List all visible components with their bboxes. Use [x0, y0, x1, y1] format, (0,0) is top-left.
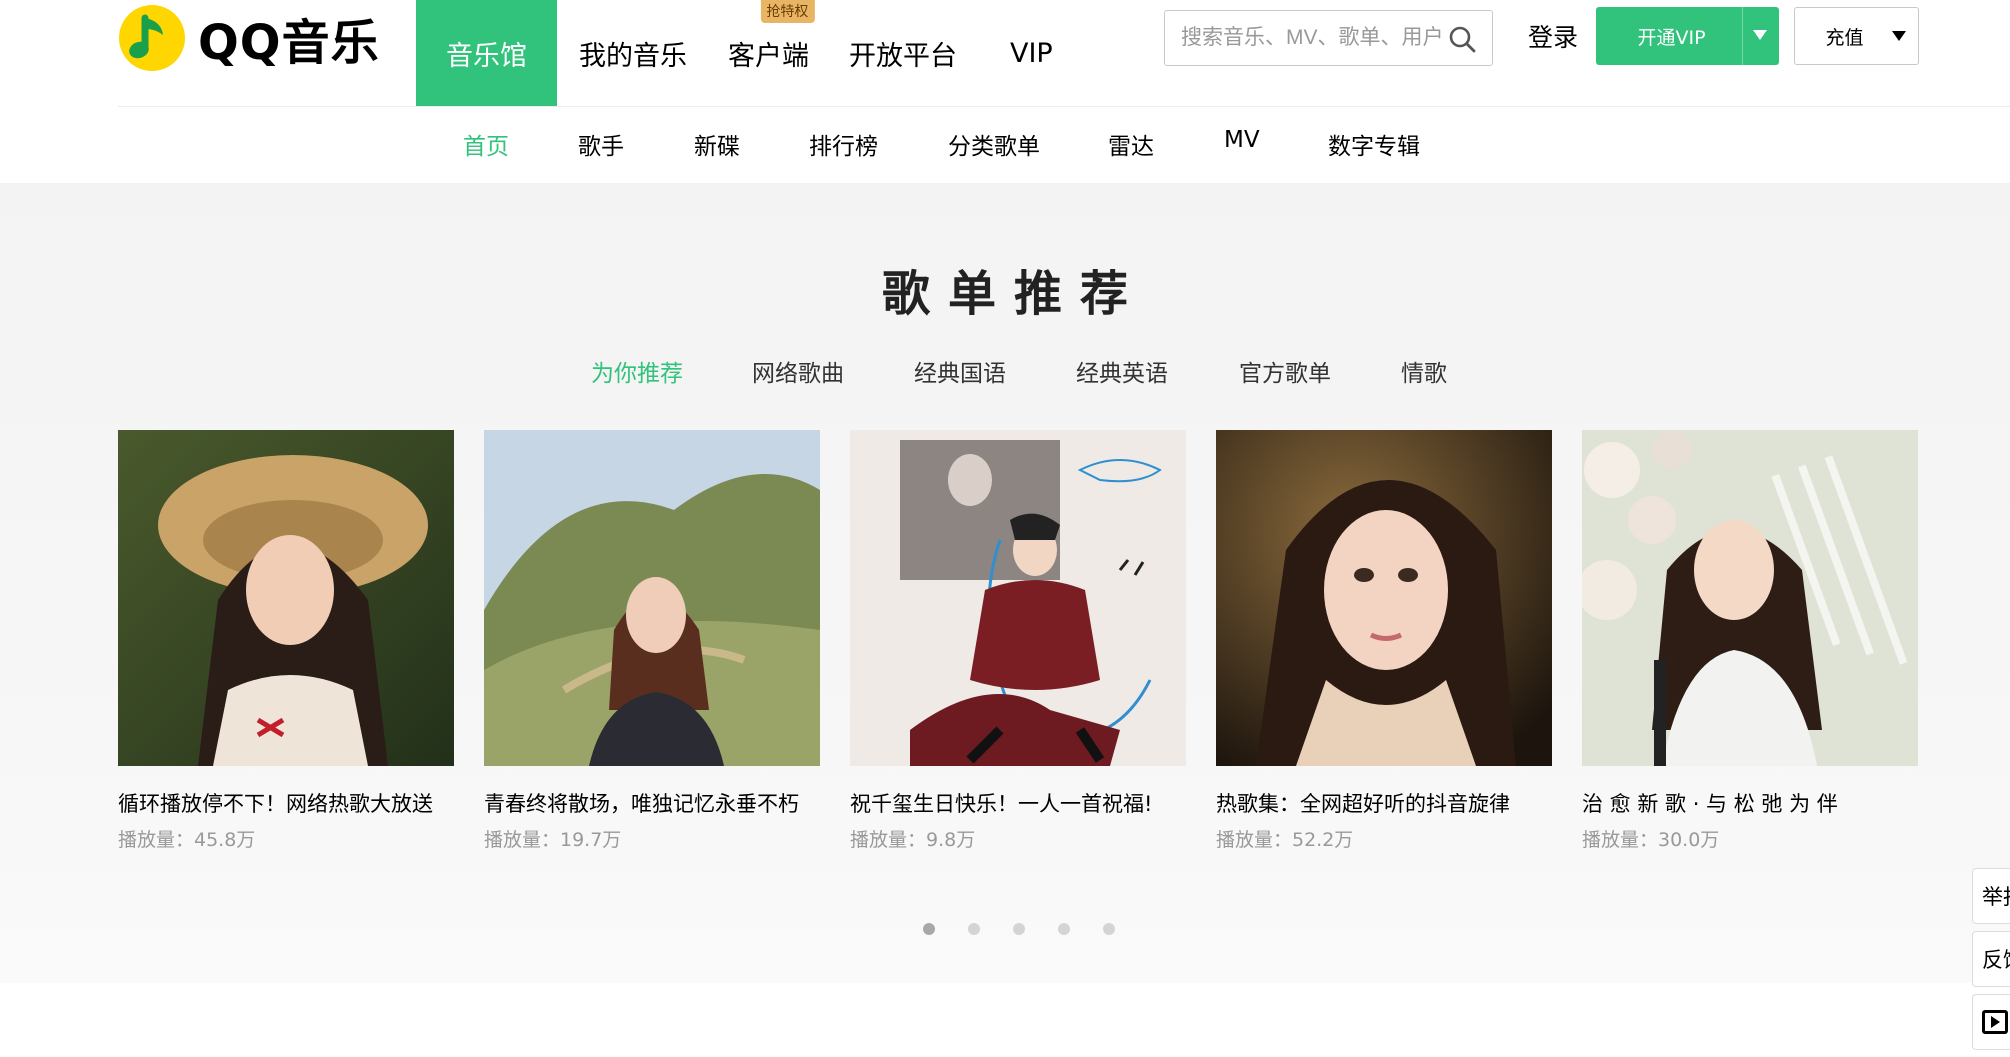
- playlist-play-count: 播放量：9.8万: [850, 829, 976, 851]
- cover-image-girl-portrait-sunlight: [1216, 430, 1552, 766]
- main-nav-vip[interactable]: VIP: [1010, 0, 1053, 106]
- nav-label: VIP: [1010, 37, 1053, 69]
- tab-recommended[interactable]: 为你推荐: [591, 354, 683, 388]
- caret-down-icon[interactable]: [1892, 31, 1906, 41]
- carousel-dot-3[interactable]: [1013, 923, 1025, 935]
- search-input[interactable]: [1181, 26, 1443, 50]
- feedback-button[interactable]: 反馈: [1972, 931, 2010, 987]
- sub-nav: 首页 歌手 新碟 排行榜 分类歌单 雷达 MV 数字专辑: [0, 107, 2010, 183]
- playlist-recommend-section: 歌单推荐 为你推荐 网络歌曲 经典国语 经典英语 官方歌单 情歌 循环播放停不下…: [0, 183, 2010, 983]
- playlist-card: 青春终将散场，唯独记忆永垂不朽 播放量：19.7万: [484, 430, 820, 852]
- nav-label: 开放平台: [849, 40, 957, 72]
- nav-label: 音乐馆: [446, 40, 527, 72]
- sub-nav-radar[interactable]: 雷达: [1108, 127, 1154, 161]
- main-nav: 音乐馆 我的音乐 客户端 抢特权 开放平台 VIP: [416, 0, 1053, 106]
- tab-love-songs[interactable]: 情歌: [1401, 354, 1447, 388]
- button-divider: [1742, 7, 1743, 65]
- nav-label: 客户端: [728, 40, 809, 72]
- cover-image-girl-mountains: [484, 430, 820, 766]
- main-nav-music-hall[interactable]: 音乐馆: [416, 0, 557, 106]
- sub-nav-category-playlists[interactable]: 分类歌单: [948, 127, 1040, 161]
- sub-nav-home[interactable]: 首页: [463, 127, 509, 161]
- tab-classic-english[interactable]: 经典英语: [1076, 354, 1168, 388]
- playlist-title[interactable]: 热歌集：全网超好听的抖音旋律: [1216, 788, 1552, 818]
- report-label: 举报: [1982, 885, 2010, 909]
- playlist-cover[interactable]: [118, 430, 454, 766]
- sub-nav-new-albums[interactable]: 新碟: [694, 127, 740, 161]
- tab-official-playlists[interactable]: 官方歌单: [1239, 354, 1331, 388]
- playlist-title[interactable]: 祝千玺生日快乐！一人一首祝福!: [850, 788, 1186, 818]
- carousel-dot-2[interactable]: [968, 923, 980, 935]
- playlist-cover[interactable]: [1582, 430, 1918, 766]
- recharge-button[interactable]: 充值: [1794, 7, 1919, 65]
- playlist-cover[interactable]: [850, 430, 1186, 766]
- playlist-title[interactable]: 治 愈 新 歌 · 与 松 弛 为 伴: [1582, 788, 1918, 818]
- nav-label: 我的音乐: [579, 40, 687, 72]
- sub-nav-singers[interactable]: 歌手: [578, 127, 624, 161]
- cover-image-girl-flowers: [1582, 430, 1918, 766]
- caret-down-icon[interactable]: [1753, 30, 1767, 40]
- playlist-play-count: 播放量：45.8万: [118, 829, 256, 851]
- search-icon[interactable]: [1448, 25, 1476, 53]
- playlist-card: 祝千玺生日快乐！一人一首祝福! 播放量：9.8万: [850, 430, 1186, 852]
- playlist-card: 循环播放停不下！网络热歌大放送 播放量：45.8万: [118, 430, 454, 852]
- playlist-card: 热歌集：全网超好听的抖音旋律 播放量：52.2万: [1216, 430, 1552, 852]
- carousel-pagination: [0, 923, 2010, 937]
- section-title-text: 歌单推荐: [881, 266, 1146, 322]
- tab-internet-songs[interactable]: 网络歌曲: [752, 354, 844, 388]
- main-nav-client[interactable]: 客户端 抢特权: [728, 0, 815, 106]
- sub-nav-digital-albums[interactable]: 数字专辑: [1328, 127, 1420, 161]
- top-header: QQ音乐 音乐馆 我的音乐 客户端 抢特权 开放平台 VIP 登录 开通VIP …: [0, 0, 2010, 106]
- playlist-title[interactable]: 青春终将散场，唯独记忆永垂不朽: [484, 788, 820, 818]
- carousel-dot-4[interactable]: [1058, 923, 1070, 935]
- main-nav-my-music[interactable]: 我的音乐: [579, 0, 687, 106]
- carousel-dot-1[interactable]: [923, 923, 935, 935]
- report-button[interactable]: 举报: [1972, 868, 2010, 924]
- playlist-play-count: 播放量：19.7万: [484, 829, 622, 851]
- main-nav-open-platform[interactable]: 开放平台: [849, 0, 957, 106]
- playlist-play-count: 播放量：52.2万: [1216, 829, 1354, 851]
- cover-image-man-red-suit: [850, 430, 1186, 766]
- carousel-dot-5[interactable]: [1103, 923, 1115, 935]
- qq-music-logo-icon: [119, 5, 185, 71]
- playlist-title[interactable]: 循环播放停不下！网络热歌大放送: [118, 788, 454, 818]
- privilege-badge: 抢特权: [760, 0, 815, 23]
- playlist-card: 治 愈 新 歌 · 与 松 弛 为 伴 播放量：30.0万: [1582, 430, 1918, 852]
- tab-classic-mandarin[interactable]: 经典国语: [914, 354, 1006, 388]
- playlist-cover[interactable]: [484, 430, 820, 766]
- playlist-cover[interactable]: [1216, 430, 1552, 766]
- sub-nav-charts[interactable]: 排行榜: [809, 127, 878, 161]
- login-link[interactable]: 登录: [1528, 18, 1578, 54]
- playlist-play-count: 播放量：30.0万: [1582, 829, 1720, 851]
- cover-image-girl-straw-hat: [118, 430, 454, 766]
- feedback-label: 反馈: [1982, 948, 2010, 972]
- section-title: 歌单推荐: [0, 254, 2010, 324]
- open-vip-button[interactable]: 开通VIP: [1596, 7, 1779, 65]
- open-vip-label: 开通VIP: [1637, 26, 1706, 49]
- brand-name: QQ音乐: [198, 15, 380, 71]
- page-bottom-area: [0, 983, 2010, 1057]
- sub-nav-mv[interactable]: MV: [1224, 127, 1260, 153]
- playlist-category-tabs: 为你推荐 网络歌曲 经典国语 经典英语 官方歌单 情歌: [0, 354, 2010, 394]
- play-video-icon: [1982, 1010, 2008, 1034]
- search-box[interactable]: [1164, 10, 1493, 66]
- playlist-carousel: 循环播放停不下！网络热歌大放送 播放量：45.8万 青春终将散场，唯独记忆永垂不…: [118, 430, 1920, 852]
- video-player-button[interactable]: [1972, 994, 2010, 1050]
- qq-music-logo[interactable]: QQ音乐: [118, 4, 380, 72]
